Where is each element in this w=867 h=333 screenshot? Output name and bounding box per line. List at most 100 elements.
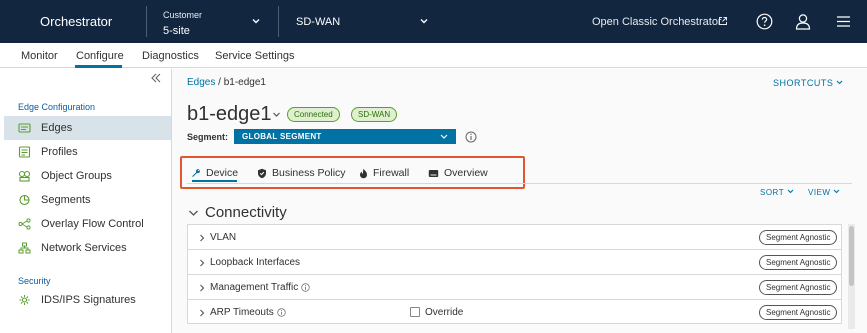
customer-selector[interactable]: 5-site <box>163 25 190 37</box>
tab-firewall[interactable]: Firewall <box>359 167 409 179</box>
breadcrumb: Edges / b1-edge1 <box>187 77 266 88</box>
tab-diagnostics[interactable]: Diagnostics <box>142 50 199 62</box>
segment-select-value: GLOBAL SEGMENT <box>242 132 322 141</box>
edges-icon <box>18 123 31 133</box>
chevron-right-icon[interactable] <box>199 234 205 242</box>
wrench-icon <box>192 169 200 177</box>
scrollbar-thumb[interactable] <box>849 226 854 286</box>
sort-label: SORT <box>760 188 784 197</box>
sidebar-section-edge-configuration: Edge Configuration <box>18 102 96 112</box>
profiles-icon <box>18 146 31 158</box>
list-item-arp-timeouts[interactable]: ARP Timeouts Override Segment Agnostic <box>187 299 842 324</box>
chevron-down-icon <box>787 189 794 194</box>
user-icon[interactable] <box>795 13 811 30</box>
connectivity-list: VLAN Segment Agnostic Loopback Interface… <box>187 224 842 324</box>
flame-icon <box>360 168 367 178</box>
segment-agnostic-badge: Segment Agnostic <box>759 305 838 320</box>
sidebar-section-security: Security <box>18 276 51 286</box>
sidebar-item-label: Network Services <box>41 242 127 254</box>
list-item-label: VLAN <box>210 232 237 243</box>
tab-device[interactable]: Device <box>191 167 238 179</box>
header-divider <box>146 6 147 37</box>
sidebar-item-segments[interactable]: Segments <box>4 188 171 212</box>
sidebar-item-label: Object Groups <box>41 170 112 182</box>
sidebar-item-edges[interactable]: Edges <box>4 116 171 140</box>
segment-agnostic-badge: Segment Agnostic <box>759 280 838 295</box>
view-button[interactable]: VIEW <box>808 188 840 197</box>
sidebar-item-label: Profiles <box>41 146 78 158</box>
sidebar-item-label: Edges <box>41 122 73 134</box>
overview-icon <box>428 169 439 177</box>
chevron-right-icon[interactable] <box>199 259 205 267</box>
chevron-right-icon[interactable] <box>199 284 205 292</box>
list-item-label: ARP Timeouts <box>210 307 274 318</box>
shortcuts-label: SHORTCUTS <box>773 78 834 88</box>
info-icon[interactable] <box>277 308 286 317</box>
hamburger-menu-icon[interactable] <box>836 15 851 28</box>
open-classic-link[interactable]: Open Classic Orchestrator <box>592 16 722 28</box>
list-item-label: Loopback Interfaces <box>210 257 301 268</box>
tab-label: Business Policy <box>272 167 346 179</box>
overlay-flow-icon <box>18 218 31 230</box>
app-title: Orchestrator <box>40 14 113 29</box>
main-content: Edges / b1-edge1 SHORTCUTS b1-edge1 Conn… <box>172 69 867 333</box>
segment-select[interactable]: GLOBAL SEGMENT <box>234 129 456 144</box>
info-icon[interactable] <box>465 131 477 143</box>
sidebar-item-profiles[interactable]: Profiles <box>4 140 171 164</box>
external-link-icon[interactable] <box>718 16 728 26</box>
sidebar-item-network-services[interactable]: Network Services <box>4 236 171 260</box>
sidebar-item-label: Segments <box>41 194 91 206</box>
tab-label: Device <box>206 167 239 179</box>
tab-service-settings[interactable]: Service Settings <box>215 50 294 62</box>
list-item-management-traffic[interactable]: Management Traffic Segment Agnostic <box>187 274 842 299</box>
product-selector[interactable]: SD-WAN <box>296 16 340 28</box>
chevron-down-icon[interactable] <box>419 16 429 26</box>
info-icon[interactable] <box>301 283 310 292</box>
override-label: Override <box>425 307 464 318</box>
chevron-down-icon <box>833 189 840 194</box>
sidebar: Edge Configuration Edges Profiles Object… <box>4 69 172 333</box>
breadcrumb-current: b1-edge1 <box>223 77 266 88</box>
active-tab-indicator <box>192 180 237 182</box>
tab-overview[interactable]: Overview <box>428 167 488 179</box>
breadcrumb-link-edges[interactable]: Edges <box>187 77 215 88</box>
view-label: VIEW <box>808 188 831 197</box>
shield-icon <box>258 168 266 178</box>
chevron-down-icon[interactable] <box>272 111 281 119</box>
section-title-connectivity: Connectivity <box>205 204 287 221</box>
customer-label: Customer <box>163 10 203 20</box>
list-item-vlan[interactable]: VLAN Segment Agnostic <box>187 224 842 249</box>
tab-monitor[interactable]: Monitor <box>21 50 58 62</box>
segment-label: Segment: <box>187 132 229 142</box>
sidebar-item-overlay-flow-control[interactable]: Overlay Flow Control <box>4 212 171 236</box>
shortcuts-button[interactable]: SHORTCUTS <box>773 78 843 88</box>
segment-agnostic-badge: Segment Agnostic <box>759 255 838 270</box>
segments-icon <box>19 194 30 206</box>
active-tab-indicator <box>75 65 122 68</box>
chevron-right-icon[interactable] <box>199 309 205 317</box>
header-divider <box>278 6 279 37</box>
network-services-icon <box>18 242 31 254</box>
chevron-down-icon <box>836 80 843 85</box>
top-header: Orchestrator Customer 5-site SD-WAN Open… <box>0 0 867 43</box>
tab-business-policy[interactable]: Business Policy <box>257 167 346 179</box>
status-badge-connected: Connected <box>287 107 340 122</box>
breadcrumb-separator: / <box>218 77 221 88</box>
sort-button[interactable]: SORT <box>760 188 794 197</box>
object-groups-icon <box>18 170 31 182</box>
tab-label: Firewall <box>373 167 410 179</box>
tab-configure[interactable]: Configure <box>76 50 124 62</box>
chevron-down-icon[interactable] <box>251 16 261 26</box>
vertical-scrollbar[interactable] <box>848 224 855 329</box>
page-title: b1-edge1 <box>187 103 272 125</box>
collapse-sidebar-icon[interactable] <box>150 72 162 84</box>
help-icon[interactable] <box>756 13 773 30</box>
list-item-loopback-interfaces[interactable]: Loopback Interfaces Segment Agnostic <box>187 249 842 274</box>
sidebar-item-object-groups[interactable]: Object Groups <box>4 164 171 188</box>
override-checkbox[interactable] <box>410 307 420 317</box>
tab-label: Overview <box>444 167 488 179</box>
chevron-down-icon[interactable] <box>188 209 199 218</box>
sidebar-item-ids-ips-signatures[interactable]: IDS/IPS Signatures <box>4 288 171 312</box>
tabs-divider <box>187 183 852 184</box>
segment-agnostic-badge: Segment Agnostic <box>759 230 838 245</box>
